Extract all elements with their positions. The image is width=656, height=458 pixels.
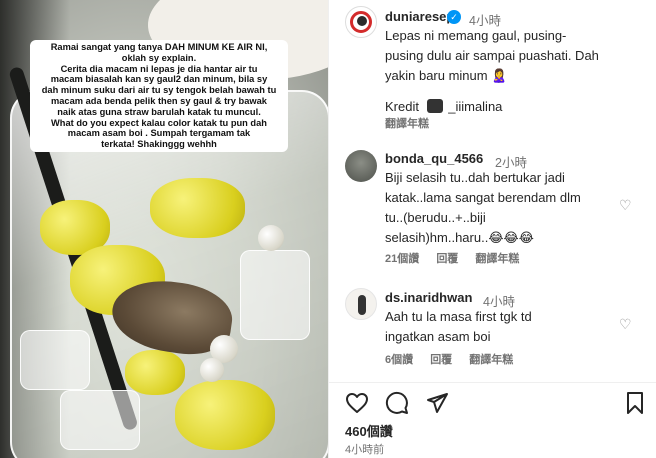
- caption-line: naik atas guna straw barulah katak tu mu…: [57, 106, 261, 117]
- caption-line: oklah sy explain.: [121, 52, 197, 63]
- comment-like-heart-icon[interactable]: ♡: [619, 317, 633, 331]
- verified-badge-icon: ✓: [447, 10, 461, 24]
- comment-like-heart-icon[interactable]: ♡: [619, 198, 633, 212]
- caption-line: Ramai sangat yang tanya DAH MINUM KE AIR…: [50, 42, 268, 52]
- post-media[interactable]: Ramai sangat yang tanya DAH MINUM KE AIR…: [0, 0, 328, 458]
- comment-reply-button[interactable]: 回覆: [430, 354, 452, 366]
- comment-likes[interactable]: 21個讚: [385, 253, 419, 265]
- lemon-slice: [150, 178, 245, 238]
- bookmark-icon[interactable]: [623, 391, 647, 415]
- heart-icon[interactable]: [345, 391, 369, 415]
- comment-translate-button[interactable]: 翻譯年糕: [469, 354, 513, 366]
- see-translation-link[interactable]: 翻譯年糕: [385, 115, 429, 131]
- comment-likes[interactable]: 6個讚: [385, 354, 413, 366]
- commenter-avatar[interactable]: [345, 288, 377, 320]
- caption-line: What do you expect kalau color katak tu …: [51, 117, 267, 128]
- credit-label: Kredit: [385, 99, 419, 114]
- comment-username[interactable]: bonda_qu_4566: [385, 151, 483, 166]
- caption-line: Lepas ni memang gaul, pusing-: [385, 28, 567, 43]
- caption-line: macam asam boi . Sumpah tergamam tak: [67, 128, 251, 139]
- caption-line: yakin baru minum 🙎‍♀️: [385, 68, 508, 83]
- comment-line: katak..lama sangat berendam dlm: [385, 190, 581, 205]
- ice-cube: [60, 390, 140, 450]
- credit-line: Kredit _iiimalina: [385, 97, 502, 117]
- credit-emoji-icon: [426, 99, 443, 113]
- pearl: [258, 225, 284, 251]
- ice-cube: [240, 250, 310, 340]
- avatar-dot: [357, 16, 367, 26]
- ice-cube: [20, 330, 90, 390]
- caption-line: macam ada benda pelik then sy gaul & try…: [51, 95, 267, 106]
- comment-line: ingatkan asam boi: [385, 329, 491, 344]
- comment-meta: 6個讚 回覆 翻譯年糕: [385, 351, 527, 367]
- media-caption-overlay: Ramai sangat yang tanya DAH MINUM KE AIR…: [30, 40, 288, 152]
- comment-line: selasih)hm..haru..😂😂😂: [385, 230, 534, 245]
- caption-line: Cerita dia macam ni lepas je dia hantar …: [60, 63, 258, 74]
- comment-translate-button[interactable]: 翻譯年糕: [475, 253, 519, 265]
- commenter-avatar[interactable]: [345, 150, 377, 182]
- caption-line: macam biasalah kan sy gaul2 dan minum, b…: [50, 74, 268, 85]
- avatar-figure: [358, 295, 366, 315]
- likes-count[interactable]: 460個讚: [345, 421, 393, 440]
- credit-user[interactable]: _iiimalina: [448, 99, 502, 114]
- comment-text: Aah tu la masa first tgk td ingatkan asa…: [385, 307, 625, 347]
- lemon-slice: [175, 380, 275, 450]
- post-detail-panel: duniaresepi ✓ 4小時 Lepas ni memang gaul, …: [328, 0, 656, 458]
- caption-line: pusing dulu air sampai puashati. Dah: [385, 48, 599, 63]
- comment-text: Biji selasih tu..dah bertukar jadi katak…: [385, 168, 625, 248]
- posted-ago[interactable]: 4小時前: [345, 441, 384, 457]
- caption-line: dah minum suku dari air tu sy tengok bel…: [41, 85, 277, 96]
- post-caption: Lepas ni memang gaul, pusing- pusing dul…: [385, 26, 645, 86]
- comment-line: Biji selasih tu..dah bertukar jadi: [385, 170, 565, 185]
- comment-meta: 21個讚 回覆 翻譯年糕: [385, 250, 533, 266]
- comment-icon[interactable]: [385, 391, 409, 415]
- comment-username[interactable]: ds.inaridhwan: [385, 290, 472, 305]
- comment-line: tu..(berudu..+..biji: [385, 210, 486, 225]
- author-avatar[interactable]: [345, 6, 377, 38]
- pearl: [200, 358, 224, 382]
- lemon-slice: [125, 350, 185, 395]
- comment-line: Aah tu la masa first tgk td: [385, 309, 532, 324]
- comment-reply-button[interactable]: 回覆: [436, 253, 458, 265]
- share-icon[interactable]: [425, 391, 449, 415]
- action-bar: [329, 382, 656, 418]
- caption-line: terkata! Shakinggg wehhh: [101, 139, 217, 150]
